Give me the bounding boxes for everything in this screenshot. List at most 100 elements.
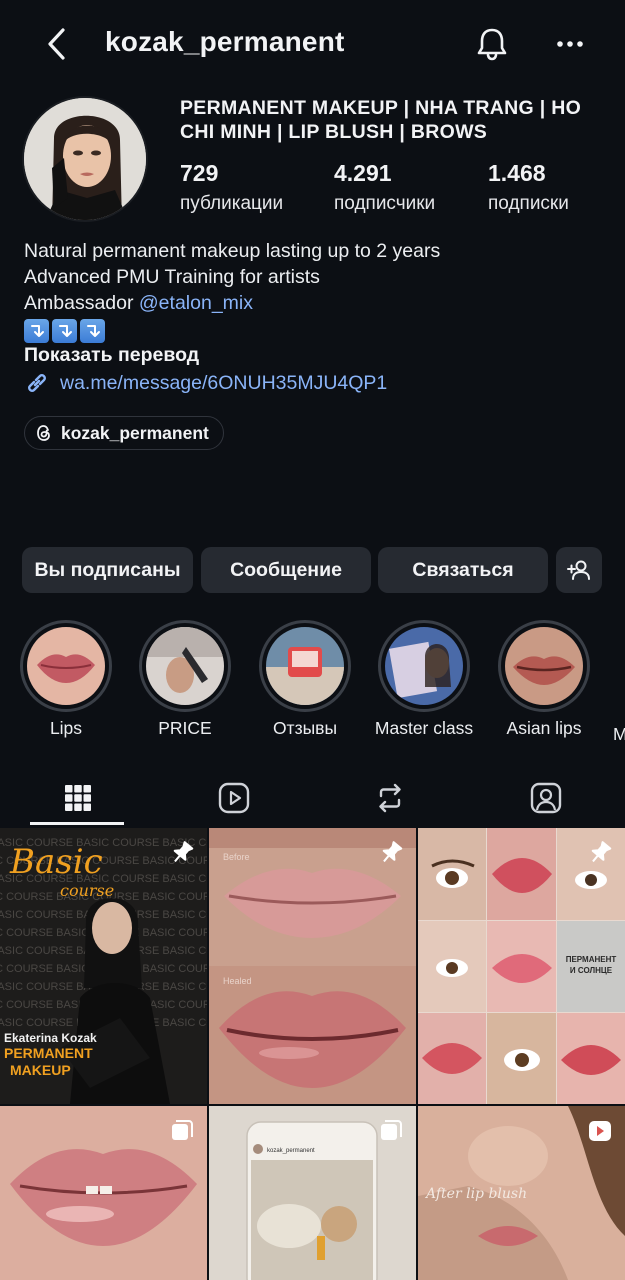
profile-bio: Natural permanent makeup lasting up to 2… <box>24 238 614 343</box>
story-highlights: Lips PRICE Отзывы Master class Asian lip… <box>0 620 625 740</box>
more-icon <box>557 41 583 47</box>
tab-reposts[interactable] <box>312 770 468 826</box>
bio-line: Ambassador @etalon_mix <box>24 290 614 316</box>
pinned-icon <box>591 841 612 863</box>
tagged-icon <box>530 782 562 814</box>
add-person-icon <box>567 560 590 580</box>
profile-stats: 729 публикации 4.291 подписчики 1.468 по… <box>180 160 610 216</box>
stat-posts-label: публикации <box>180 193 284 214</box>
threads-icon <box>37 425 50 441</box>
post-caption: After lip blush <box>424 1186 527 1202</box>
message-button[interactable]: Сообщение <box>201 547 371 593</box>
bio-ambassador-text: Ambassador <box>24 292 139 314</box>
stat-followers[interactable]: 4.291 подписчики <box>334 160 435 215</box>
post-script-title: Basic <box>9 842 103 882</box>
highlight-label: M <box>613 724 625 740</box>
notifications-button[interactable] <box>472 24 512 64</box>
tab-reels[interactable] <box>156 770 312 826</box>
arrow-down-emoji-icon <box>52 319 77 343</box>
post-author: Ekaterina Kozak <box>4 1031 97 1045</box>
post-headline: MAKEUP <box>10 1062 71 1078</box>
highlight-cover <box>266 627 344 705</box>
profile-avatar[interactable] <box>22 96 148 222</box>
post-script-sub: course <box>60 881 114 900</box>
post-thumbnail[interactable] <box>0 1106 207 1280</box>
highlight-ring <box>498 620 590 712</box>
carousel-icon <box>381 1120 402 1140</box>
highlight-cover <box>27 627 105 705</box>
tab-tagged[interactable] <box>468 770 624 826</box>
tab-grid[interactable] <box>0 770 156 826</box>
profile-tabs <box>0 770 625 826</box>
post-thumbnail[interactable]: Before Healed <box>209 828 416 1104</box>
highlight-label: PRICE <box>158 718 212 738</box>
highlight-item[interactable]: Asian lips <box>494 620 594 739</box>
post-label-healed: Healed <box>223 976 252 986</box>
highlight-label: Asian lips <box>506 718 582 738</box>
highlight-item[interactable]: Master class <box>374 620 474 739</box>
following-button[interactable]: Вы подписаны <box>22 547 193 593</box>
show-translation-link[interactable]: Показать перевод <box>24 344 199 367</box>
reel-video-icon <box>589 1121 611 1141</box>
stat-following-count: 1.468 <box>488 160 546 186</box>
highlight-cover <box>385 627 463 705</box>
post-collage-text: ПЕРМАНЕНТ <box>566 955 617 964</box>
post-thumbnail[interactable]: After lip blush <box>418 1106 625 1280</box>
pinned-icon <box>382 841 403 863</box>
back-button[interactable] <box>36 24 76 64</box>
highlight-cover <box>146 627 224 705</box>
stat-posts[interactable]: 729 публикации <box>180 160 283 215</box>
highlight-item[interactable]: PRICE <box>135 620 235 739</box>
profile-actions: Вы подписаны Сообщение Связаться <box>22 547 612 593</box>
stat-following[interactable]: 1.468 подписки <box>488 160 569 215</box>
bell-icon <box>477 28 507 61</box>
highlight-item[interactable]: M <box>613 620 625 740</box>
more-options-button[interactable] <box>550 24 590 64</box>
bio-line: Natural permanent makeup lasting up to 2… <box>24 240 441 262</box>
profile-display-name: PERMANENT MAKEUP | NHA TRANG | HO CHI MI… <box>180 97 582 143</box>
contact-button[interactable]: Связаться <box>378 547 548 593</box>
post-thumbnail[interactable]: ПЕРМАНЕНТ И СОЛНЦЕ <box>418 828 625 1104</box>
carousel-icon <box>172 1120 193 1140</box>
post-image: BASIC COURSE BASIC COURSE BASIC COURS BA… <box>0 828 207 1104</box>
bio-mention-link[interactable]: @etalon_mix <box>139 292 253 314</box>
highlight-label: Master class <box>374 718 474 738</box>
highlight-ring <box>378 620 470 712</box>
bio-website-link[interactable]: wa.me/message/6ONUH35MJU4QP1 <box>24 370 387 396</box>
avatar-photo <box>24 98 146 220</box>
post-image: Before Healed <box>209 828 416 1104</box>
chevron-left-icon <box>48 28 65 60</box>
arrow-down-emoji-icon <box>24 319 49 343</box>
suggest-people-button[interactable] <box>556 547 602 593</box>
highlight-item[interactable]: Отзывы <box>255 620 355 739</box>
bio-website-text: wa.me/message/6ONUH35MJU4QP1 <box>60 371 388 394</box>
post-image: ПЕРМАНЕНТ И СОЛНЦЕ <box>418 828 625 1104</box>
highlight-item[interactable]: Lips <box>16 620 116 739</box>
posts-grid: BASIC COURSE BASIC COURSE BASIC COURS BA… <box>0 828 625 1280</box>
grid-icon <box>65 785 91 811</box>
post-thumbnail[interactable]: BASIC COURSE BASIC COURSE BASIC COURS BA… <box>0 828 207 1104</box>
stat-posts-count: 729 <box>180 160 219 186</box>
post-collage-text: И СОЛНЦЕ <box>570 966 613 975</box>
highlight-cover <box>505 627 583 705</box>
link-icon <box>28 374 46 392</box>
post-label-before: Before <box>223 852 250 862</box>
reels-icon <box>218 782 250 814</box>
post-mock-username: kozak_permanent <box>267 1148 315 1154</box>
highlight-ring <box>20 620 112 712</box>
bio-line: Advanced PMU Training for artists <box>24 266 320 288</box>
top-bar: kozak_permanent <box>0 0 625 88</box>
stat-followers-count: 4.291 <box>334 160 392 186</box>
highlight-ring <box>259 620 351 712</box>
stat-followers-label: подписчики <box>334 193 436 214</box>
highlight-label: Lips <box>49 718 83 738</box>
stat-following-label: подписки <box>488 193 569 214</box>
bio-emoji-arrows <box>24 319 614 343</box>
post-headline: PERMANENT <box>4 1045 93 1061</box>
highlight-ring <box>139 620 231 712</box>
threads-profile-chip[interactable]: kozak_permanent <box>24 416 224 450</box>
selected-tab-indicator <box>30 822 124 825</box>
post-thumbnail[interactable]: kozak_permanent <box>209 1106 416 1280</box>
reposts-icon <box>379 783 401 813</box>
threads-handle: kozak_permanent <box>61 422 209 443</box>
